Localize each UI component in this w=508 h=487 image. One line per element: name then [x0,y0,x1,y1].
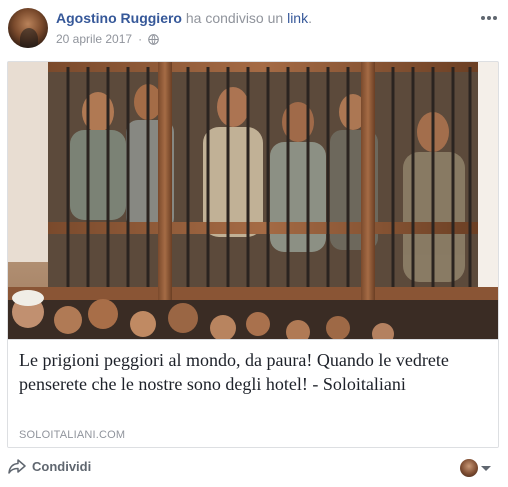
globe-icon[interactable] [148,33,159,45]
author-name[interactable]: Agostino Ruggiero [56,10,182,26]
post-date[interactable]: 20 aprile 2017 [56,32,132,46]
more-horizontal-icon[interactable] [480,8,498,26]
facebook-post: Agostino Ruggiero ha condiviso un link. … [0,0,508,487]
link-preview-image[interactable] [8,62,498,339]
action-period: . [308,10,312,26]
action-text: ha condiviso un [185,10,284,26]
link-preview-card[interactable]: Le prigioni peggiori al mondo, da paura!… [7,61,499,448]
post-meta: 20 aprile 2017 · [56,32,159,46]
link-title[interactable]: Le prigioni peggiori al mondo, da paura!… [19,348,489,396]
link-domain: SOLOITALIANI.COM [19,429,126,441]
share-button[interactable]: Condividi [8,458,91,474]
link-preview-body[interactable]: Le prigioni peggiori al mondo, da paura!… [8,339,498,447]
author-avatar[interactable] [8,8,48,48]
prisoners-photo [8,62,498,339]
viewer-avatar[interactable] [460,459,478,477]
chevron-down-icon[interactable] [481,466,491,471]
action-link[interactable]: link [287,10,308,26]
share-arrow-icon [8,459,26,474]
share-label: Condividi [32,458,92,474]
post-header: Agostino Ruggiero ha condiviso un link. [56,10,312,26]
